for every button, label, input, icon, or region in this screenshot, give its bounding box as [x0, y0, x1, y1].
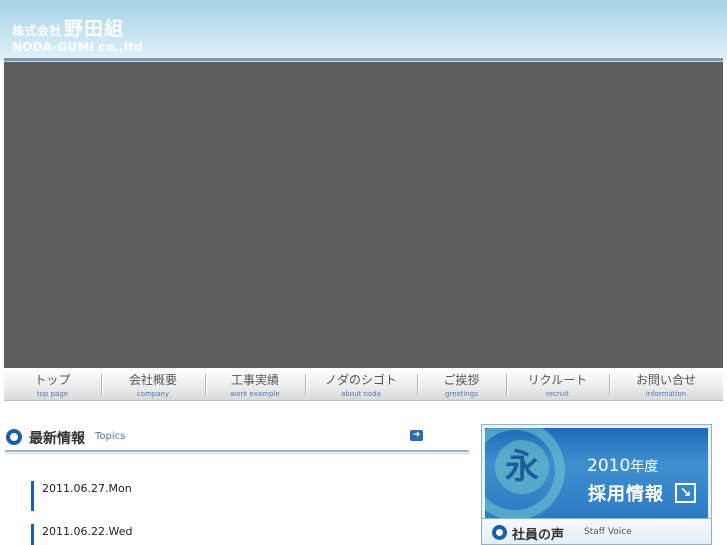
recruit-banner[interactable]: 永 2010年度 採用情報 ↘	[481, 424, 712, 522]
news-item-bar	[31, 524, 34, 545]
nav-sublabel: about noda	[341, 390, 381, 398]
nav-label: ノダのシゴト	[324, 373, 397, 387]
recruit-year-number: 2010	[587, 456, 631, 476]
company-name-en: NODA-GUMI co.,ltd	[12, 40, 143, 54]
recruit-banner-inner: 永 2010年度 採用情報 ↘	[485, 428, 708, 518]
recruit-year: 2010年度	[587, 456, 658, 476]
staff-voice-link[interactable]: 社員の声 Staff Voice	[481, 518, 712, 545]
nav-sublabel: recruit	[546, 390, 569, 398]
ring-bullet-icon	[492, 525, 507, 540]
nav-label: 会社概要	[128, 373, 177, 387]
hero-image-area	[4, 62, 723, 368]
nav-item-top[interactable]: トップ top page	[4, 368, 101, 401]
topics-divider-light	[5, 453, 469, 454]
nav-item-information[interactable]: お問い合せ information	[609, 368, 723, 401]
nav-item-greetings[interactable]: ご挨拶 greetings	[417, 368, 506, 401]
topics-title: 最新情報	[29, 431, 85, 447]
site-header: 株式会社 野田組 NODA-GUMI co.,ltd	[0, 0, 727, 60]
arrow-right-icon[interactable]: ➜	[410, 430, 423, 441]
global-nav: トップ top page 会社概要 company 工事実績 work exam…	[4, 368, 723, 401]
nav-label: ご挨拶	[443, 373, 480, 387]
staff-voice-title: 社員の声	[512, 528, 565, 543]
news-date: 2011.06.27.Mon	[42, 482, 132, 495]
nav-sublabel: work example	[230, 390, 280, 398]
nav-item-company[interactable]: 会社概要 company	[101, 368, 205, 401]
nav-sublabel: information	[645, 390, 687, 398]
topics-title-en: Topics	[95, 431, 126, 442]
company-prefix: 株式会社	[12, 24, 63, 38]
recruit-mark-icon: 永	[495, 440, 549, 494]
ring-bullet-icon	[6, 429, 22, 445]
nav-sublabel: company	[136, 390, 170, 398]
nav-label: リクルート	[527, 373, 588, 387]
news-date: 2011.06.22.Wed	[42, 525, 133, 538]
nav-item-recruit[interactable]: リクルート recruit	[506, 368, 609, 401]
company-logo[interactable]: 株式会社 野田組 NODA-GUMI co.,ltd	[12, 14, 143, 54]
nav-sublabel: greetings	[445, 390, 478, 398]
nav-label: トップ	[34, 373, 71, 387]
news-item[interactable]: 2011.06.27.Mon	[31, 481, 331, 511]
nav-label: 工事実績	[230, 373, 279, 387]
news-item[interactable]: 2011.06.22.Wed	[31, 524, 331, 545]
nav-item-about-noda[interactable]: ノダのシゴト about noda	[305, 368, 417, 401]
nav-item-work-example[interactable]: 工事実績 work example	[205, 368, 305, 401]
news-item-bar	[31, 481, 34, 511]
recruit-title: 採用情報	[588, 484, 664, 505]
nav-sublabel: top page	[36, 390, 69, 398]
recruit-year-suffix: 年度	[630, 459, 659, 475]
staff-voice-title-en: Staff Voice	[584, 527, 632, 537]
company-name: 野田組	[64, 18, 125, 40]
arrow-down-right-icon: ↘	[675, 483, 696, 503]
nav-label: お問い合せ	[635, 373, 696, 387]
topics-divider	[5, 450, 469, 452]
